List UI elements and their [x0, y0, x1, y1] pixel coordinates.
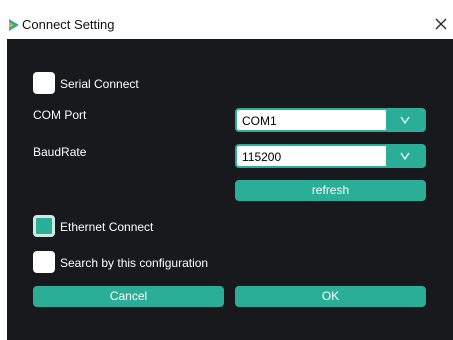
baud-rate-dropdown-button[interactable]	[386, 146, 424, 166]
ethernet-connect-label: Ethernet Connect	[60, 220, 154, 234]
com-port-dropdown-button[interactable]	[386, 110, 424, 130]
com-port-label: COM Port	[33, 108, 87, 122]
chevron-down-icon	[400, 152, 410, 160]
title-bar[interactable]: Connect Setting	[7, 10, 453, 39]
baud-rate-select[interactable]: 115200	[235, 144, 426, 168]
close-icon	[435, 18, 447, 30]
search-config-label: Search by this configuration	[60, 256, 209, 270]
chevron-down-icon	[400, 116, 410, 124]
close-button[interactable]	[431, 14, 451, 34]
serial-connect-label: Serial Connect	[60, 77, 139, 91]
ok-button[interactable]: OK	[235, 286, 426, 307]
baud-rate-label: BaudRate	[33, 145, 87, 159]
com-port-value: COM1	[242, 114, 277, 128]
ethernet-connect-checkbox[interactable]	[33, 215, 55, 237]
serial-connect-checkbox[interactable]	[33, 72, 55, 94]
com-port-select[interactable]: COM1	[235, 108, 426, 132]
app-logo-icon	[9, 19, 19, 31]
cancel-button[interactable]: Cancel	[33, 286, 224, 307]
refresh-button[interactable]: refresh	[235, 180, 426, 201]
connect-setting-dialog: Connect Setting Serial Connect COM Port …	[7, 10, 453, 340]
baud-rate-value: 115200	[242, 150, 282, 164]
window-title: Connect Setting	[22, 17, 115, 32]
search-config-checkbox[interactable]	[33, 251, 55, 273]
